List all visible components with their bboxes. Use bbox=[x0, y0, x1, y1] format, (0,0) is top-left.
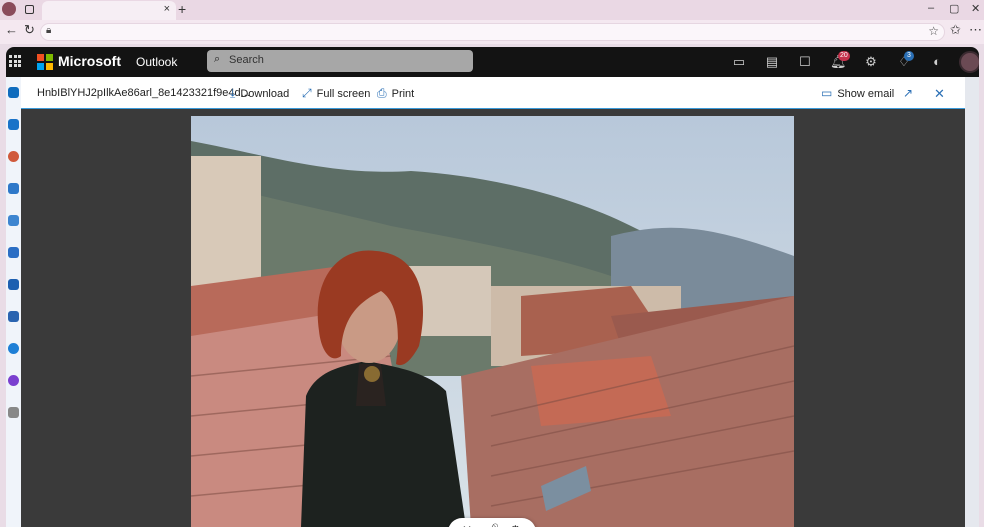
profile-icon[interactable] bbox=[2, 2, 16, 16]
copilot-app-icon[interactable] bbox=[8, 151, 19, 162]
my-day-icon[interactable]: ☐ bbox=[797, 54, 813, 70]
back-icon[interactable]: ← bbox=[5, 22, 18, 37]
outlook-top-bar: Microsoft Outlook ⌕ Search ▭ ▤ ☐ 🔔︎ 20 ⚙… bbox=[6, 47, 979, 77]
print-button[interactable]: ⎙ Print bbox=[377, 86, 414, 101]
browser-tab-strip: × + – ▢ ✕ bbox=[0, 0, 984, 20]
calendar-icon[interactable] bbox=[8, 119, 19, 130]
app-launcher-icon[interactable] bbox=[9, 55, 21, 67]
search-placeholder: Search bbox=[229, 54, 264, 66]
fullscreen-button[interactable]: ⤢ Full screen bbox=[302, 86, 370, 101]
dictation-controls: ✕ 🎤︎ ⚙ bbox=[448, 518, 536, 527]
show-email-label: Show email bbox=[837, 88, 895, 100]
viva-icon[interactable] bbox=[8, 375, 19, 386]
lock-icon: 🔒︎ bbox=[46, 25, 52, 36]
app-rail bbox=[6, 77, 21, 527]
browser-tab[interactable]: × bbox=[42, 1, 176, 20]
microphone-icon[interactable]: 🎤︎ bbox=[485, 523, 499, 527]
settings-gear-icon[interactable]: ⚙ bbox=[863, 54, 879, 70]
search-icon: ⌕ bbox=[214, 53, 221, 65]
mail-icon[interactable] bbox=[8, 87, 19, 98]
close-window-icon[interactable]: ✕ bbox=[971, 2, 980, 15]
search-input[interactable]: ⌕ Search bbox=[207, 50, 473, 72]
close-tab-icon[interactable]: × bbox=[164, 3, 170, 15]
fullscreen-icon: ⤢ bbox=[302, 86, 312, 100]
files-icon[interactable] bbox=[8, 279, 19, 290]
download-icon: ⤓ bbox=[230, 86, 236, 100]
microsoft-logo bbox=[37, 54, 53, 70]
tab-actions-icon[interactable] bbox=[25, 5, 34, 14]
close-viewer-icon[interactable]: ✕ bbox=[934, 86, 945, 102]
favorites-icon[interactable]: ✩ bbox=[950, 22, 961, 38]
download-label: Download bbox=[240, 88, 290, 100]
right-panel-edge bbox=[965, 77, 979, 527]
outlook-window: Microsoft Outlook ⌕ Search ▭ ▤ ☐ 🔔︎ 20 ⚙… bbox=[6, 47, 979, 527]
refresh-icon[interactable]: ↻ bbox=[24, 22, 35, 38]
brand-name: Microsoft bbox=[58, 53, 121, 69]
org-explorer-icon[interactable] bbox=[8, 311, 19, 322]
more-apps-icon[interactable] bbox=[8, 407, 19, 418]
viewer-toolbar: HnbIBlYHJ2pIlkAe86arl_8e1423321f9e4d... … bbox=[21, 77, 965, 109]
show-email-button[interactable]: ▭ Show email bbox=[821, 86, 894, 100]
meet-now-icon[interactable]: ▭ bbox=[731, 54, 747, 70]
attachment-filename: HnbIBlYHJ2pIlkAe86arl_8e1423321f9e4d... bbox=[37, 87, 250, 99]
tips-badge: 3 bbox=[904, 51, 914, 61]
teams-icon[interactable]: ▤ bbox=[764, 54, 780, 70]
print-label: Print bbox=[391, 88, 415, 100]
people-icon[interactable] bbox=[8, 183, 19, 194]
open-new-window-icon[interactable]: ↗ bbox=[903, 86, 913, 100]
notifications-badge: 20 bbox=[838, 51, 850, 61]
fullscreen-label: Full screen bbox=[316, 88, 371, 100]
todo-icon[interactable] bbox=[8, 247, 19, 258]
download-button[interactable]: ⤓ Download bbox=[230, 86, 289, 101]
favorite-star-icon[interactable]: ☆ bbox=[928, 24, 939, 38]
attachment-viewer: HnbIBlYHJ2pIlkAe86arl_8e1423321f9e4d... … bbox=[21, 77, 965, 527]
app-name[interactable]: Outlook bbox=[136, 55, 177, 69]
address-bar[interactable]: 🔒︎ ☆ bbox=[40, 23, 945, 41]
copilot-icon[interactable]: ◐ bbox=[929, 54, 945, 70]
groups-icon[interactable] bbox=[8, 215, 19, 226]
dictation-settings-icon[interactable]: ⚙ bbox=[510, 523, 521, 527]
print-icon: ⎙ bbox=[377, 86, 387, 100]
attachment-image bbox=[191, 116, 794, 527]
maximize-icon[interactable]: ▢ bbox=[949, 2, 959, 15]
onedrive-icon[interactable] bbox=[8, 343, 19, 354]
user-avatar[interactable] bbox=[959, 51, 979, 73]
new-tab-icon[interactable]: + bbox=[178, 1, 186, 17]
show-email-icon: ▭ bbox=[821, 86, 833, 100]
more-icon[interactable]: ⋯ bbox=[969, 22, 982, 38]
minimize-icon[interactable]: – bbox=[928, 2, 934, 14]
close-dictation-icon[interactable]: ✕ bbox=[462, 523, 472, 527]
